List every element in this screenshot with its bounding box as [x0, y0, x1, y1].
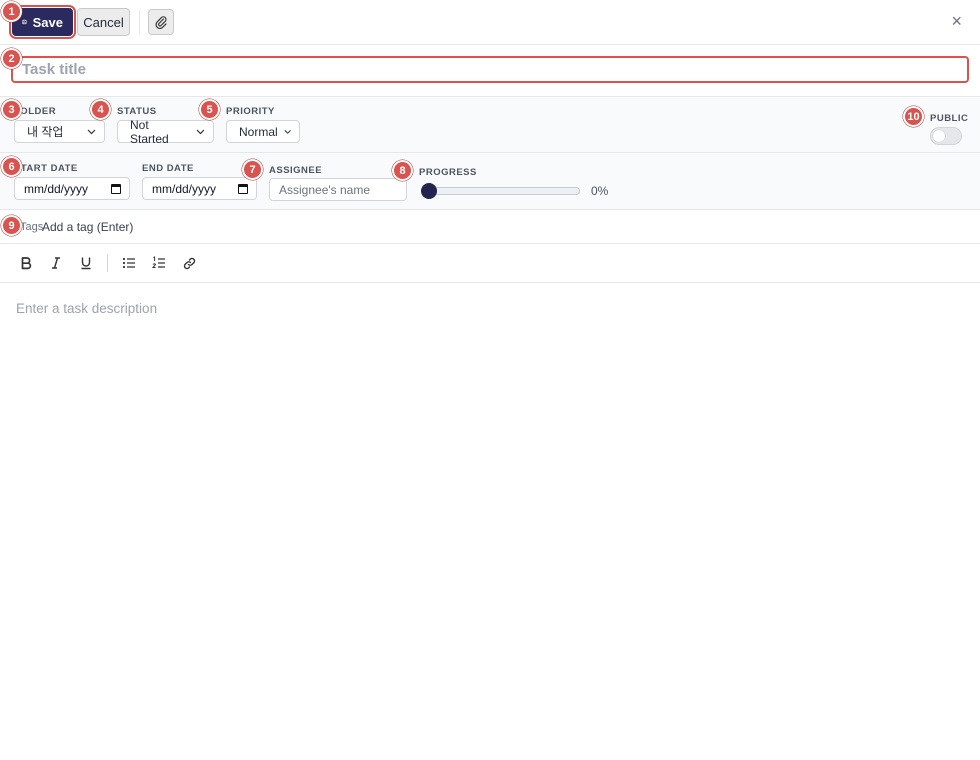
annotation-badge: 10	[903, 106, 924, 127]
numbered-list-button[interactable]	[147, 251, 171, 275]
tags-row: Tags Add a tag (Enter)	[0, 210, 980, 244]
annotation-badge: 5	[199, 99, 220, 120]
assignee-input[interactable]: Assignee's name	[269, 178, 407, 201]
status-select[interactable]: Not Started	[117, 117, 214, 146]
numbered-list-icon	[152, 256, 165, 268]
toolbar-divider	[139, 10, 140, 34]
annotation-badge: 6	[1, 156, 22, 177]
assignee-label: ASSIGNEE	[269, 165, 323, 176]
progress-label: PROGRESS	[419, 167, 477, 178]
annotation-badge: 1	[1, 1, 22, 22]
annotation-badge: 7	[242, 159, 263, 180]
status-label: STATUS	[117, 106, 157, 117]
end-date-value: mm/dd/yyyy	[152, 181, 217, 196]
folder-select[interactable]: 내 작업	[14, 120, 105, 143]
start-date-value: mm/dd/yyyy	[24, 181, 89, 196]
underline-button[interactable]	[74, 251, 98, 275]
calendar-icon[interactable]	[238, 183, 248, 194]
calendar-icon[interactable]	[111, 183, 121, 194]
link-icon	[183, 257, 195, 269]
save-icon	[22, 19, 27, 25]
folder-value: 내 작업	[27, 125, 64, 139]
annotation-badge: 2	[1, 48, 22, 69]
task-title-input[interactable]: Task title	[11, 56, 969, 83]
tag-input[interactable]: Add a tag (Enter)	[42, 220, 133, 234]
chevron-down-icon	[284, 129, 291, 134]
italic-icon	[52, 257, 60, 269]
public-label: PUBLIC	[930, 113, 969, 124]
end-date-input[interactable]: mm/dd/yyyy	[142, 177, 257, 200]
underline-icon	[81, 257, 91, 270]
bullet-list-icon	[122, 257, 135, 269]
bullet-list-button[interactable]	[117, 251, 141, 275]
start-date-label: START DATE	[14, 163, 78, 174]
end-date-label: END DATE	[142, 163, 194, 174]
chevron-down-icon	[196, 129, 205, 134]
priority-label: PRIORITY	[226, 106, 275, 117]
start-date-input[interactable]: mm/dd/yyyy	[14, 177, 130, 200]
link-button[interactable]	[177, 251, 201, 275]
close-icon[interactable]: ×	[951, 11, 962, 32]
cancel-button[interactable]: Cancel	[77, 8, 130, 36]
public-toggle[interactable]	[930, 127, 962, 145]
task-title-placeholder: Task title	[22, 61, 86, 78]
annotation-badge: 8	[392, 160, 413, 181]
status-value: Not Started	[130, 117, 169, 146]
save-label: Save	[32, 14, 63, 30]
top-toolbar: Save Cancel ×	[0, 0, 980, 45]
toggle-knob	[933, 130, 945, 142]
assignee-placeholder: Assignee's name	[279, 182, 371, 197]
paperclip-icon	[155, 16, 167, 29]
annotation-badge: 9	[1, 215, 22, 236]
meta-row-1: FOLDER 내 작업 STATUS Not Started PRIORITY …	[0, 97, 980, 153]
priority-value: Normal	[239, 124, 278, 139]
progress-slider-thumb[interactable]	[421, 183, 437, 199]
bold-button[interactable]	[14, 251, 38, 275]
progress-value: 0%	[591, 184, 609, 198]
chevron-down-icon	[87, 129, 96, 134]
italic-button[interactable]	[44, 251, 68, 275]
tags-label: Tags	[20, 221, 44, 233]
description-placeholder: Enter a task description	[16, 301, 158, 316]
title-row: Task title	[0, 45, 980, 97]
annotation-badge: 3	[1, 99, 22, 120]
annotation-badge: 4	[90, 99, 111, 120]
editor-divider	[107, 254, 108, 272]
description-editor[interactable]: Enter a task description	[0, 283, 980, 334]
bold-icon	[21, 257, 32, 270]
progress-slider-track[interactable]	[427, 187, 580, 195]
priority-select[interactable]: Normal	[226, 120, 300, 143]
meta-row-2: START DATE mm/dd/yyyy END DATE mm/dd/yyy…	[0, 153, 980, 210]
attach-button[interactable]	[148, 9, 174, 35]
editor-toolbar	[0, 244, 980, 283]
